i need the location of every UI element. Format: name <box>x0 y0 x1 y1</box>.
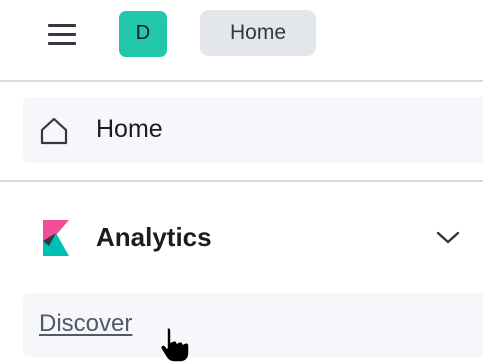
nav-group-analytics-label: Analytics <box>96 222 212 252</box>
chevron-down-icon[interactable] <box>435 227 461 247</box>
nav-item-discover-label[interactable]: Discover <box>39 310 132 338</box>
nav-group-analytics[interactable]: Analytics <box>0 205 483 271</box>
kibana-logo-icon <box>43 220 69 256</box>
breadcrumb-home[interactable]: Home <box>200 10 316 56</box>
divider <box>0 180 483 182</box>
nav-item-home[interactable]: Home <box>23 97 483 163</box>
nav-item-home-label: Home <box>96 115 163 143</box>
top-header: D Home <box>0 0 483 82</box>
hamburger-icon[interactable] <box>42 20 82 50</box>
hand-pointer-icon <box>159 326 190 363</box>
nav-item-discover[interactable]: Discover <box>23 293 483 357</box>
avatar[interactable]: D <box>119 11 167 57</box>
home-icon <box>40 117 68 145</box>
